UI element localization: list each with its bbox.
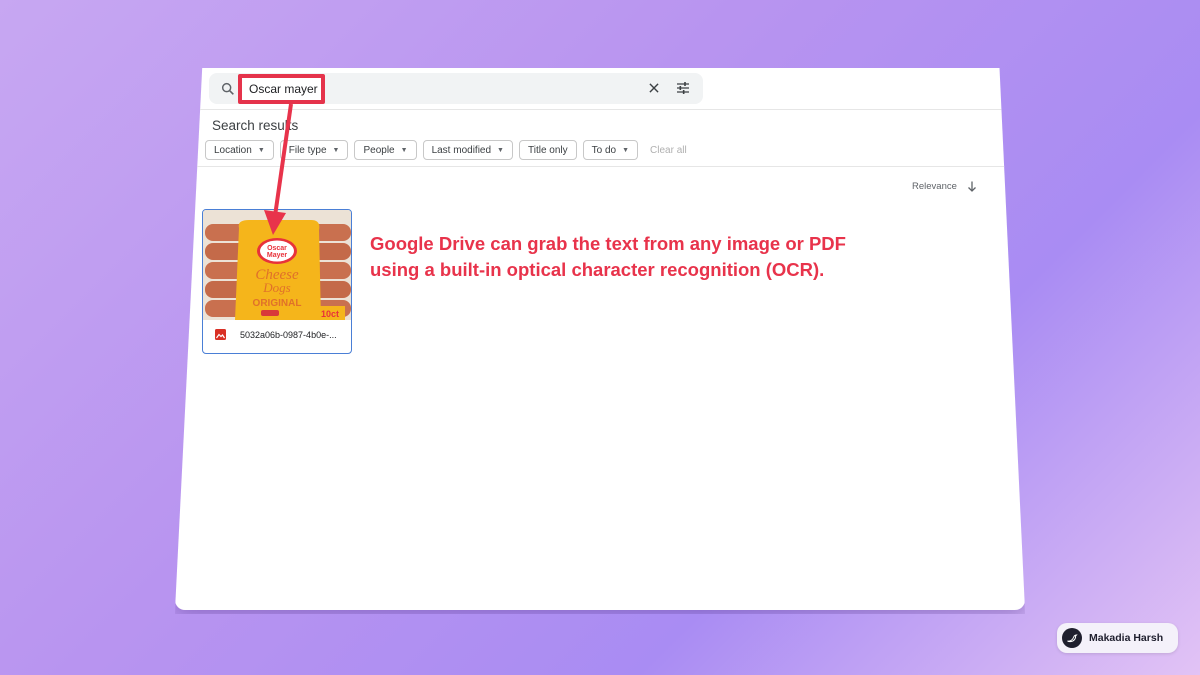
- dropdown-caret-icon: ▼: [332, 146, 340, 154]
- bird-icon: [1062, 628, 1082, 648]
- page-title: Search results: [212, 118, 299, 133]
- count-text: 10ct: [321, 309, 339, 319]
- search-input[interactable]: Oscar mayer: [238, 74, 325, 104]
- file-thumbnail: Oscar Mayer Cheese Dogs ORIGINAL 10ct: [203, 210, 351, 320]
- file-card[interactable]: Oscar Mayer Cheese Dogs ORIGINAL 10ct 50…: [202, 209, 352, 354]
- drive-search-window: Oscar mayer Search results Location ▼ Fi…: [175, 68, 1025, 610]
- filter-last-modified-chip[interactable]: Last modified ▼: [422, 140, 513, 160]
- filter-people-chip[interactable]: People ▼: [354, 140, 417, 160]
- chip-label: To do: [591, 144, 617, 156]
- chip-label: People: [363, 144, 395, 156]
- product-text-2: Dogs: [262, 280, 290, 295]
- clear-search-icon[interactable]: [647, 81, 661, 95]
- clear-all-button[interactable]: Clear all: [644, 140, 693, 160]
- annotation-text: Google Drive can grab the text from any …: [370, 231, 930, 283]
- chip-label: Location: [214, 144, 252, 156]
- image-file-icon: [215, 329, 226, 340]
- chips-divider: [197, 166, 1025, 167]
- chip-label: File type: [288, 144, 327, 156]
- dropdown-caret-icon: ▼: [257, 146, 265, 154]
- file-name: 5032a06b-0987-4b0e-...: [240, 329, 337, 340]
- chip-label: Title only: [527, 144, 568, 156]
- search-icon: [221, 82, 234, 95]
- variant-text: ORIGINAL: [253, 298, 302, 309]
- file-name-row: 5032a06b-0987-4b0e-...: [215, 329, 337, 340]
- hot-dog-package-image: Oscar Mayer Cheese Dogs ORIGINAL 10ct: [203, 210, 351, 320]
- brand-text-1: Oscar: [267, 245, 287, 252]
- author-name: Makadia Harsh: [1089, 632, 1164, 644]
- search-bar[interactable]: Oscar mayer: [209, 73, 703, 104]
- chip-label: Last modified: [431, 144, 492, 156]
- filter-location-chip[interactable]: Location ▼: [205, 140, 274, 160]
- arrow-down-icon: [967, 181, 976, 192]
- brand-text-2: Mayer: [267, 252, 288, 259]
- dropdown-caret-icon: ▼: [400, 146, 408, 154]
- filter-chips: Location ▼ File type ▼ People ▼ Last mod…: [205, 140, 693, 160]
- filter-to-do-chip[interactable]: To do ▼: [582, 140, 639, 160]
- annotation-line-2: using a built-in optical character recog…: [370, 259, 825, 280]
- header-divider: [199, 109, 1025, 110]
- dropdown-caret-icon: ▼: [497, 146, 504, 154]
- sort-label: Relevance: [912, 181, 957, 192]
- dropdown-caret-icon: ▼: [622, 146, 630, 154]
- author-credit-badge: Makadia Harsh: [1057, 623, 1178, 653]
- annotation-line-1: Google Drive can grab the text from any …: [370, 233, 846, 254]
- filter-title-only-chip[interactable]: Title only: [518, 140, 577, 160]
- filter-file-type-chip[interactable]: File type ▼: [279, 140, 349, 160]
- sort-control[interactable]: Relevance: [912, 181, 977, 192]
- search-options-icon[interactable]: [675, 80, 691, 96]
